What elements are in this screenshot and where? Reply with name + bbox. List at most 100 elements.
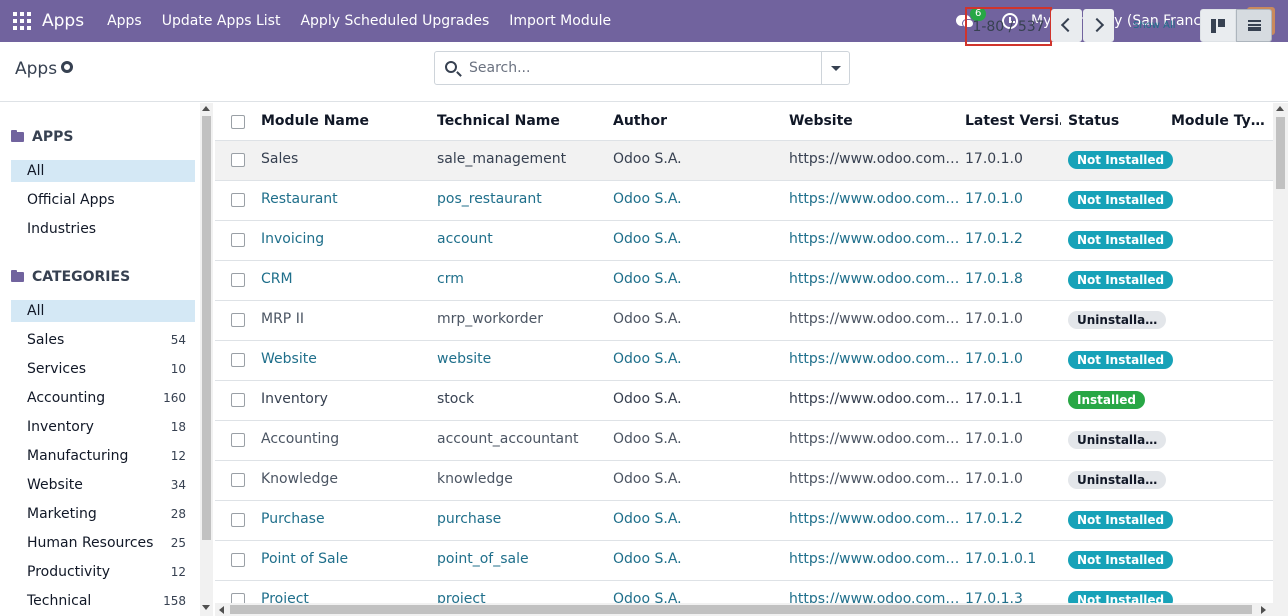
column-header-status[interactable]: Status [1068, 113, 1164, 129]
row-checkbox[interactable] [231, 593, 245, 603]
sidebar-category-manufacturing[interactable]: Manufacturing 12 [11, 445, 195, 467]
cell-technical-name: crm [437, 271, 464, 287]
table-row[interactable]: Invoicing account Odoo S.A. https://www.odo… [215, 221, 1273, 261]
cell-technical-name: knowledge [437, 471, 513, 487]
cell-website: https://www.odoo.com… [789, 471, 959, 487]
gear-icon[interactable] [61, 61, 73, 73]
kanban-view-button[interactable] [1200, 9, 1236, 42]
cell-website: https://www.odoo.com… [789, 351, 959, 367]
cell-technical-name: website [437, 351, 492, 367]
cell-website: https://www.odoo.com… [789, 191, 959, 207]
nav-item-apply-scheduled-upgrades[interactable]: Apply Scheduled Upgrades [300, 13, 489, 29]
table-row[interactable]: CRM crm Odoo S.A. https://www.odoo.com… 17.0… [215, 261, 1273, 301]
column-header-author[interactable]: Author [613, 113, 783, 129]
table-row[interactable]: Inventory stock Odoo S.A. https://www.odoo.… [215, 381, 1273, 421]
cell-website: https://www.odoo.com… [789, 511, 959, 527]
table-row[interactable]: Purchase purchase Odoo S.A. https://www.odo… [215, 501, 1273, 541]
nav-item-apps[interactable]: Apps [107, 13, 142, 29]
nav-item-update-apps-list[interactable]: Update Apps List [162, 13, 281, 29]
column-header-module-name[interactable]: Module Name [261, 113, 431, 129]
sidebar-category-inventory[interactable]: Inventory 18 [11, 416, 195, 438]
cell-technical-name: account [437, 231, 493, 247]
table-row[interactable]: Knowledge knowledge Odoo S.A. https://www.o… [215, 461, 1273, 501]
sidebar-item-label: Technical [27, 593, 92, 609]
row-checkbox[interactable] [231, 153, 245, 167]
sidebar-category-sales[interactable]: Sales 54 [11, 329, 195, 351]
show-all-link[interactable]: Show All [1133, 20, 1176, 31]
app-menu-icon[interactable] [13, 12, 31, 30]
list-view-button[interactable] [1236, 9, 1272, 42]
row-checkbox[interactable] [231, 353, 245, 367]
sidebar-category-technical[interactable]: Technical 158 [11, 590, 195, 612]
control-panel: Apps [0, 42, 1288, 102]
category-count: 10 [170, 362, 186, 376]
cell-technical-name: project [437, 591, 486, 603]
status-badge: Not Installed [1068, 271, 1174, 289]
sidebar-item-label: Marketing [27, 506, 97, 522]
table-vertical-scrollbar-thumb[interactable] [1276, 117, 1285, 189]
search-panel-sidebar: APPS All Official Apps Industries CATEGO… [0, 103, 213, 616]
pager-next-button[interactable] [1083, 9, 1114, 42]
scroll-up-icon[interactable] [202, 106, 210, 111]
table-row[interactable]: Project project Odoo S.A. https://www.odoo.… [215, 581, 1273, 603]
sidebar-scrollbar-thumb[interactable] [202, 116, 211, 540]
column-header-website[interactable]: Website [789, 113, 959, 129]
sidebar-item-industries[interactable]: Industries [11, 218, 195, 240]
sidebar-category-accounting[interactable]: Accounting 160 [11, 387, 195, 409]
sidebar-item-official-apps[interactable]: Official Apps [11, 189, 195, 211]
apps-section-label: APPS [32, 129, 74, 145]
select-all-checkbox[interactable] [231, 115, 245, 129]
sidebar-category-services[interactable]: Services 10 [11, 358, 195, 380]
search-input[interactable] [469, 58, 814, 78]
table-row[interactable]: Sales sale_management Odoo S.A. https://www… [215, 141, 1273, 181]
row-checkbox[interactable] [231, 313, 245, 327]
app-brand[interactable]: Apps [42, 11, 84, 31]
table-horizontal-scrollbar-thumb[interactable] [230, 605, 1252, 614]
table-row[interactable]: MRP II mrp_workorder Odoo S.A. https://www.… [215, 301, 1273, 341]
cell-latest-version: 17.0.1.0 [965, 191, 1023, 207]
row-checkbox[interactable] [231, 433, 245, 447]
nav-item-import-module[interactable]: Import Module [509, 13, 611, 29]
sidebar-category-human-resources[interactable]: Human Resources 25 [11, 532, 195, 554]
scroll-right-icon[interactable] [1261, 606, 1266, 614]
cell-author: Odoo S.A. [613, 431, 682, 447]
sidebar-item-apps-all[interactable]: All [11, 160, 195, 182]
table-row[interactable]: Point of Sale point_of_sale Odoo S.A. https… [215, 541, 1273, 581]
cell-latest-version: 17.0.1.3 [965, 591, 1023, 603]
column-header-technical-name[interactable]: Technical Name [437, 113, 607, 129]
row-checkbox[interactable] [231, 393, 245, 407]
table-row[interactable]: Website website Odoo S.A. https://www.odoo.… [215, 341, 1273, 381]
sidebar-category-marketing[interactable]: Marketing 28 [11, 503, 195, 525]
scroll-up-icon[interactable] [1276, 106, 1284, 111]
sidebar-item-label: Sales [27, 332, 65, 348]
pager-value[interactable]: 1-80 / 537 [965, 7, 1052, 46]
scroll-left-icon[interactable] [219, 606, 224, 614]
search-icon[interactable] [445, 61, 457, 73]
column-header-module-type[interactable]: Module Ty… [1171, 113, 1267, 129]
table-row[interactable]: Restaurant pos_restaurant Odoo S.A. https:/… [215, 181, 1273, 221]
pager-previous-button[interactable] [1051, 9, 1082, 42]
cell-website: https://www.odoo.com… [789, 591, 959, 603]
cell-technical-name: stock [437, 391, 475, 407]
column-header-latest-version[interactable]: Latest Versi… [965, 113, 1061, 129]
status-badge: Not Installed [1068, 591, 1174, 603]
row-checkbox[interactable] [231, 233, 245, 247]
sidebar-item-label: All [27, 163, 45, 179]
status-badge: Not Installed [1068, 151, 1174, 169]
status-badge: Installed [1068, 391, 1145, 409]
sidebar-category-productivity[interactable]: Productivity 12 [11, 561, 195, 583]
table-row[interactable]: Accounting account_accountant Odoo S.A. htt… [215, 421, 1273, 461]
sidebar-category-all[interactable]: All [11, 300, 195, 322]
row-checkbox[interactable] [231, 513, 245, 527]
sidebar-category-website[interactable]: Website 34 [11, 474, 195, 496]
row-checkbox[interactable] [231, 273, 245, 287]
row-checkbox[interactable] [231, 553, 245, 567]
cell-module-name: Inventory [261, 391, 328, 407]
row-checkbox[interactable] [231, 193, 245, 207]
row-checkbox[interactable] [231, 473, 245, 487]
cell-website: https://www.odoo.com… [789, 151, 959, 167]
list-icon [1248, 20, 1261, 31]
sidebar-item-label: Industries [27, 221, 97, 237]
chevron-down-icon[interactable] [821, 52, 850, 84]
scroll-down-icon[interactable] [202, 605, 210, 610]
